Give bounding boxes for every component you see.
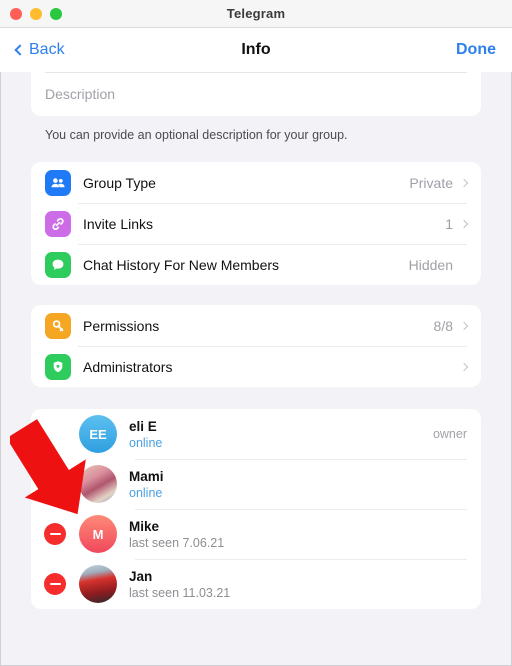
chevron-right-icon	[459, 362, 469, 371]
delete-member-button-mami[interactable]	[44, 473, 66, 495]
member-info: Mike last seen 7.06.21	[129, 519, 224, 550]
chevron-right-icon	[459, 219, 469, 228]
back-button-label: Back	[29, 41, 65, 58]
chat-bubble-icon	[45, 251, 71, 278]
admin-settings-section: Permissions 8/8 Administrators	[31, 305, 481, 387]
group-people-icon	[45, 169, 71, 196]
divider	[45, 72, 467, 73]
member-status: online	[129, 435, 163, 450]
members-list: EE eli E online owner Mami online M Mike…	[31, 409, 481, 609]
delete-slot	[31, 573, 79, 595]
chevron-right-icon	[459, 178, 469, 187]
row-chat-history[interactable]: Chat History For New Members Hidden	[31, 244, 481, 285]
row-value: Private	[409, 174, 453, 191]
info-scroll-area[interactable]: Description You can provide an optional …	[0, 72, 512, 666]
member-name: Jan	[129, 568, 153, 584]
row-label: Permissions	[83, 317, 160, 334]
chevron-right-icon	[459, 321, 469, 330]
minimize-window-button[interactable]	[30, 7, 42, 20]
shield-icon	[45, 353, 71, 380]
row-group-type[interactable]: Group Type Private	[31, 162, 481, 203]
member-name: eli E	[129, 418, 157, 434]
row-label: Administrators	[83, 358, 173, 375]
row-value: 1	[445, 215, 453, 232]
telegram-window: Telegram Back Info Done Description You …	[0, 0, 512, 666]
avatar-initials: EE	[89, 426, 107, 442]
back-button[interactable]: Back	[14, 41, 65, 59]
description-input[interactable]: Description	[45, 86, 115, 102]
key-icon	[45, 312, 71, 339]
member-row-mike[interactable]: M Mike last seen 7.06.21	[31, 509, 481, 559]
row-label: Chat History For New Members	[83, 256, 280, 273]
member-status: last seen 11.03.21	[129, 585, 231, 600]
member-row-mami[interactable]: Mami online	[31, 459, 481, 509]
row-permissions[interactable]: Permissions 8/8	[31, 305, 481, 346]
link-icon	[45, 210, 71, 237]
delete-member-button-jan[interactable]	[44, 573, 66, 595]
delete-slot	[31, 523, 79, 545]
row-value: Hidden	[408, 256, 453, 273]
done-button[interactable]: Done	[456, 41, 496, 59]
close-window-button[interactable]	[10, 7, 22, 20]
member-name: Mami	[129, 468, 164, 484]
traffic-lights	[10, 7, 62, 20]
member-role-badge: owner	[432, 427, 467, 441]
group-settings-section: Group Type Private Invite Links 1 Chat H…	[31, 162, 481, 285]
member-name: Mike	[129, 518, 160, 534]
avatar: M	[79, 515, 117, 553]
row-label: Invite Links	[83, 215, 154, 232]
avatar: EE	[79, 415, 117, 453]
window-title: Telegram	[226, 6, 286, 21]
chevron-left-icon	[14, 43, 26, 56]
avatar-initials: M	[92, 526, 104, 542]
member-info: eli E online	[129, 419, 162, 450]
description-hint: You can provide an optional description …	[45, 128, 348, 142]
delete-member-button-mike[interactable]	[44, 523, 66, 545]
row-label: Group Type	[83, 174, 156, 191]
window-titlebar: Telegram	[0, 0, 512, 28]
member-row-jan[interactable]: Jan last seen 11.03.21	[31, 559, 481, 609]
member-info: Mami online	[129, 469, 164, 500]
navigation-bar: Back Info Done	[0, 28, 512, 72]
row-value: 8/8	[433, 317, 453, 334]
avatar	[79, 565, 117, 603]
member-info: Jan last seen 11.03.21	[129, 569, 230, 600]
member-row-eli-e[interactable]: EE eli E online owner	[31, 409, 481, 459]
avatar	[79, 465, 117, 503]
row-invite-links[interactable]: Invite Links 1	[31, 203, 481, 244]
row-administrators[interactable]: Administrators	[31, 346, 481, 387]
description-card: Description	[31, 72, 481, 116]
delete-slot	[31, 473, 79, 495]
delete-slot	[31, 423, 79, 445]
member-status: online	[129, 485, 163, 500]
page-title: Info	[241, 41, 271, 58]
maximize-window-button[interactable]	[50, 7, 62, 20]
member-status: last seen 7.06.21	[129, 535, 225, 550]
